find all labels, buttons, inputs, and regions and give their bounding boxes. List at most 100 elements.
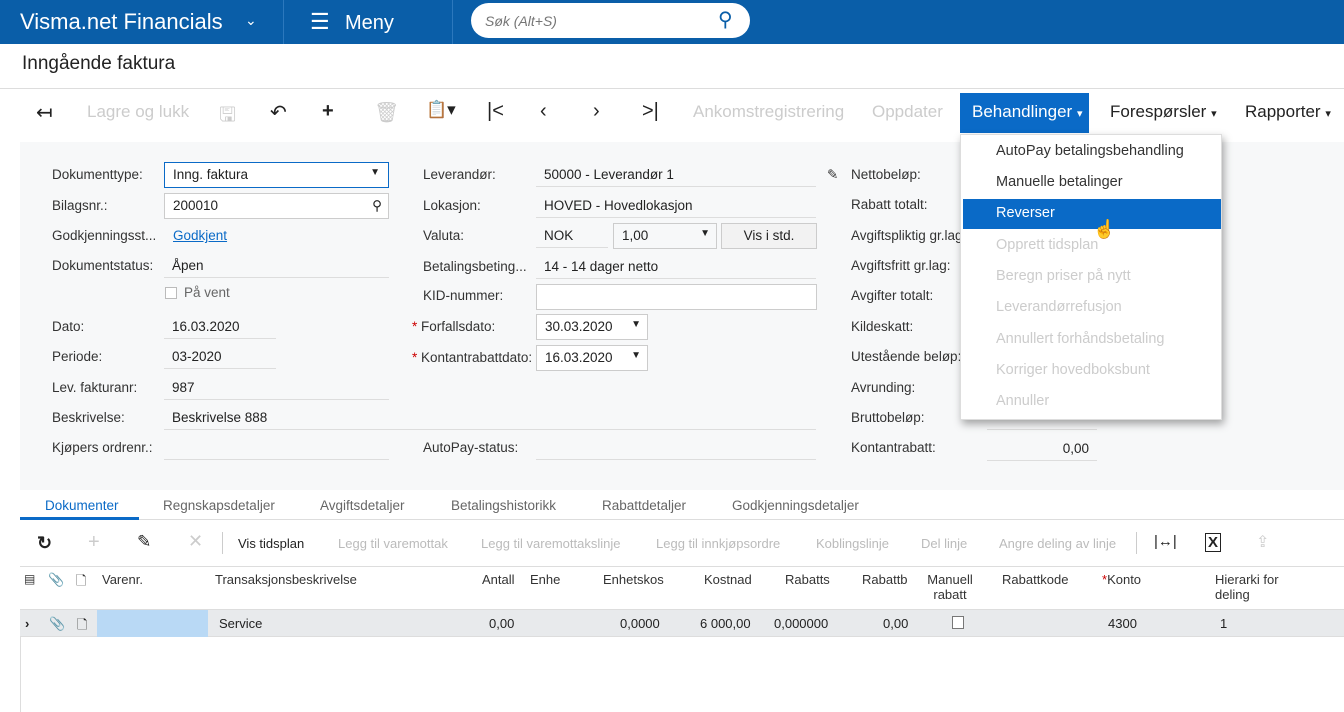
hold-checkbox[interactable] <box>165 287 177 299</box>
col-uom[interactable]: Enhe <box>530 572 560 587</box>
first-icon[interactable]: |< <box>487 100 504 123</box>
doc-type-select[interactable]: Inng. faktura ▼ <box>164 162 389 188</box>
col-item[interactable]: Varenr. <box>102 572 143 587</box>
tab-approval[interactable]: Godkjenningsdetaljer <box>732 498 859 513</box>
vendor-value[interactable]: 50000 - Leverandør 1 <box>536 163 816 187</box>
view-base-button[interactable]: Vis i std. <box>721 223 817 249</box>
undo-icon[interactable]: ↶ <box>270 100 287 125</box>
prev-icon[interactable]: ‹ <box>540 100 547 123</box>
toolbar-divider <box>222 532 223 554</box>
add-row-icon[interactable]: + <box>88 531 100 554</box>
menu-item-void[interactable]: Annuller <box>961 387 1219 417</box>
cash-disc-date-input[interactable]: 16.03.2020 ▼ <box>536 345 648 371</box>
terms-value[interactable]: 14 - 14 dager netto <box>536 255 816 279</box>
link-line-button[interactable]: Koblingslinje <box>816 536 889 551</box>
split-line-button[interactable]: Del linje <box>921 536 967 551</box>
inquiries-button[interactable]: Forespørsler ▾ <box>1110 102 1217 122</box>
withholding-label: Kildeskatt: <box>851 319 914 334</box>
disc-pct-cell[interactable]: 0,000000 <box>774 616 828 631</box>
save-icon[interactable]: 🖫 <box>219 100 236 134</box>
unit-cost-cell[interactable]: 0,0000 <box>620 616 660 631</box>
clipboard-icon[interactable]: 📋▾ <box>426 100 456 120</box>
ref-input[interactable]: 200010 ⚲ <box>164 193 389 219</box>
view-schedule-button[interactable]: Vis tidsplan <box>238 536 304 551</box>
col-hierarchy[interactable]: Hierarki for deling <box>1215 572 1305 602</box>
update-button[interactable]: Oppdater <box>872 102 943 122</box>
app-title[interactable]: Visma.net Financials <box>20 9 223 35</box>
tab-accounting[interactable]: Regnskapsdetaljer <box>163 498 275 513</box>
col-disc-pct[interactable]: Rabatts <box>785 572 830 587</box>
reports-button[interactable]: Rapporter ▾ <box>1245 102 1331 122</box>
menu-item-reverse[interactable]: Reverser <box>963 199 1221 229</box>
pencil-icon[interactable]: ✎ <box>827 167 838 183</box>
attachment-icon[interactable]: 📎 <box>49 616 65 632</box>
account-cell[interactable]: 4300 <box>1108 616 1137 631</box>
date-value[interactable]: 16.03.2020 <box>164 315 276 339</box>
delete-row-icon[interactable]: ✕ <box>188 531 203 552</box>
add-icon[interactable]: + <box>322 100 334 123</box>
delete-icon[interactable]: 🗑 <box>374 100 399 125</box>
search-input[interactable] <box>471 3 750 38</box>
save-close-button[interactable]: Lagre og lukk <box>87 102 189 122</box>
tab-payment-history[interactable]: Betalingshistorikk <box>451 498 556 513</box>
file-icon[interactable]: 🗋 <box>77 616 87 638</box>
row-expand-icon[interactable]: › <box>25 616 29 631</box>
menu-item-void-prepayment[interactable]: Annullert forhåndsbetaling <box>961 325 1219 355</box>
col-qty[interactable]: Antall <box>482 572 515 587</box>
excel-export-icon[interactable]: X <box>1205 533 1222 552</box>
refresh-icon[interactable]: ↻ <box>37 533 52 554</box>
add-receipt-button[interactable]: Legg til varemottak <box>338 536 448 551</box>
back-icon[interactable]: ↤ <box>36 100 53 125</box>
col-manual-discount[interactable]: Manuell rabatt <box>924 572 976 602</box>
add-po-button[interactable]: Legg til innkjøpsordre <box>656 536 780 551</box>
receipt-button[interactable]: Ankomstregistrering <box>693 102 844 122</box>
actions-button[interactable]: Behandlinger ▾ <box>960 93 1089 133</box>
due-date-input[interactable]: 30.03.2020 ▼ <box>536 314 648 340</box>
next-icon[interactable]: › <box>593 100 600 123</box>
chevron-down-icon[interactable]: ⌄ <box>245 12 257 29</box>
upload-icon[interactable]: ⇪ <box>1256 532 1269 552</box>
add-receipt-line-button[interactable]: Legg til varemottakslinje <box>481 536 620 551</box>
col-disc-code[interactable]: Rabattkode <box>1002 572 1069 587</box>
search-icon[interactable]: ⚲ <box>718 7 733 32</box>
undo-split-button[interactable]: Angre deling av linje <box>999 536 1116 551</box>
hierarchy-cell[interactable]: 1 <box>1220 616 1227 631</box>
menu-item-correct-batch[interactable]: Korriger hovedboksbunt <box>961 356 1219 386</box>
search-icon[interactable]: ⚲ <box>372 198 382 214</box>
currency-value[interactable]: NOK <box>536 224 608 248</box>
item-cell[interactable] <box>97 610 208 637</box>
menu-item-create-schedule[interactable]: Opprett tidsplan <box>961 231 1219 261</box>
desc-value[interactable]: Beskrivelse 888 <box>164 406 816 430</box>
rate-select[interactable]: 1,00 ▼ <box>613 223 717 249</box>
hamburger-icon[interactable]: ☰ <box>310 9 330 35</box>
col-description[interactable]: Transaksjonsbeskrivelse <box>215 572 357 587</box>
menu-button[interactable]: Meny <box>345 12 394 35</box>
location-value[interactable]: HOVED - Hovedlokasjon <box>536 194 816 218</box>
manual-discount-checkbox[interactable] <box>952 616 964 629</box>
edit-icon[interactable]: ✎ <box>137 532 151 552</box>
menu-item-autopay[interactable]: AutoPay betalingsbehandling <box>961 137 1219 167</box>
period-value[interactable]: 03-2020 <box>164 345 276 369</box>
fit-columns-icon[interactable]: |↔| <box>1154 533 1177 550</box>
actions-label: Behandlinger <box>972 102 1073 121</box>
col-account[interactable]: *Konto <box>1102 572 1141 587</box>
kid-input[interactable] <box>536 284 817 310</box>
last-icon[interactable]: >| <box>642 100 659 123</box>
col-disc-amt[interactable]: Rabattb <box>862 572 908 587</box>
menu-item-recalculate[interactable]: Beregn priser på nytt <box>961 262 1219 292</box>
amount-cell[interactable]: 6 000,00 <box>700 616 751 631</box>
disc-amt-cell[interactable]: 0,00 <box>883 616 908 631</box>
vendor-ref-value[interactable]: 987 <box>164 376 389 400</box>
description-cell[interactable]: Service <box>219 616 262 631</box>
approval-link[interactable]: Godkjent <box>173 228 227 243</box>
tab-tax[interactable]: Avgiftsdetaljer <box>320 498 405 513</box>
buyer-value[interactable] <box>164 436 389 460</box>
caret-icon: ▾ <box>1325 108 1331 120</box>
tab-discount[interactable]: Rabattdetaljer <box>602 498 686 513</box>
menu-item-vendor-refund[interactable]: Leverandørrefusjon <box>961 293 1219 323</box>
qty-cell[interactable]: 0,00 <box>489 616 514 631</box>
menu-item-manual-payments[interactable]: Manuelle betalinger <box>961 168 1219 198</box>
col-amount[interactable]: Kostnad <box>704 572 752 587</box>
col-unit-cost[interactable]: Enhetskos <box>603 572 664 587</box>
tab-documents[interactable]: Dokumenter <box>45 498 119 513</box>
